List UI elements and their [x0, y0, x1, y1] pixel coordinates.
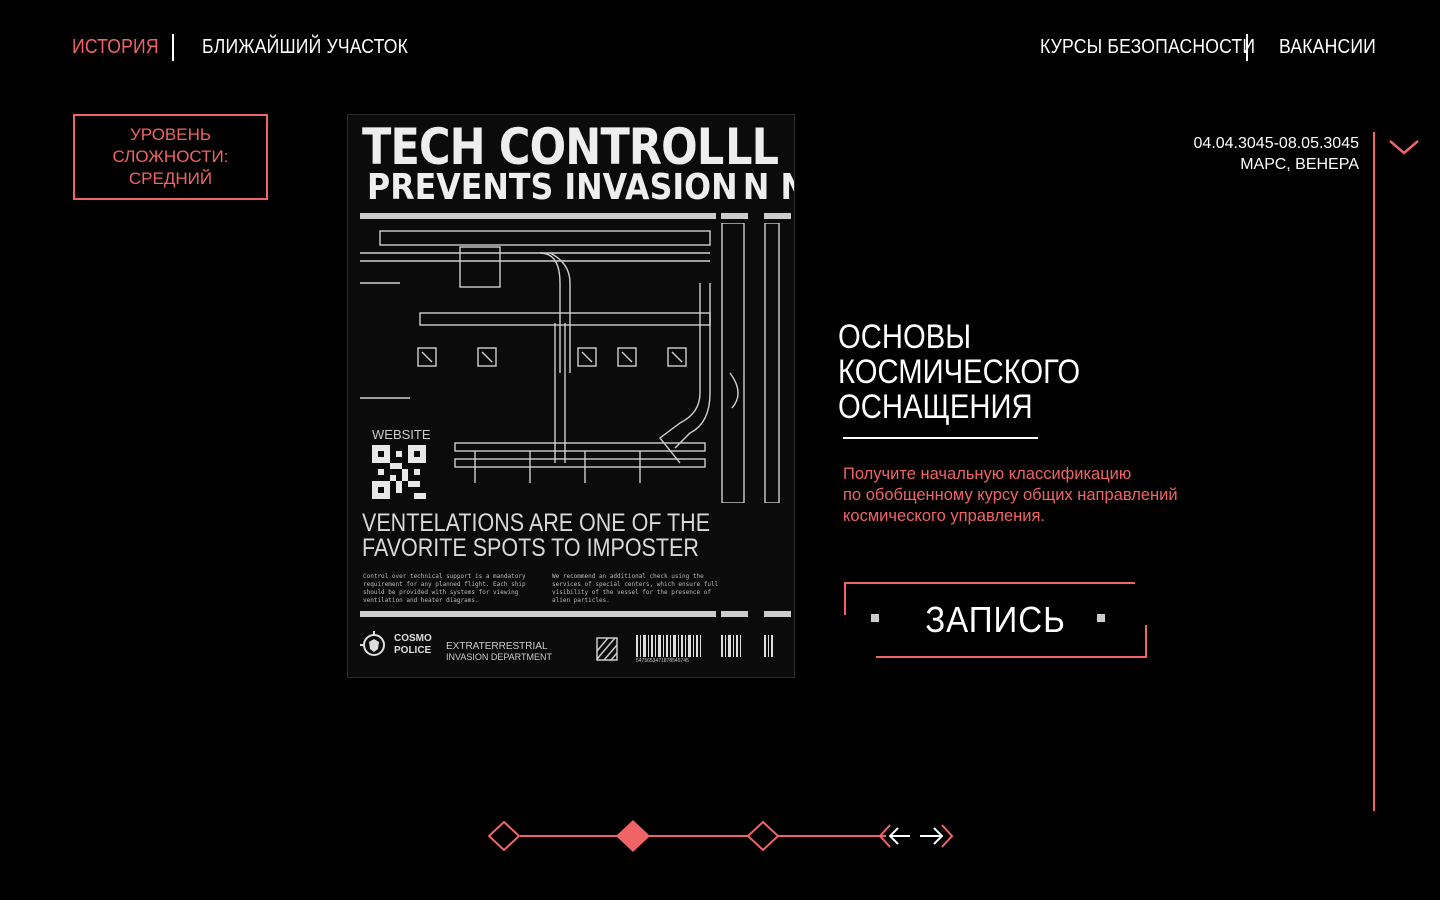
arrow-left-icon[interactable] [878, 822, 914, 850]
course-title: ОСНОВЫ КОСМИЧЕСКОГО ОСНАЩЕНИЯ [838, 318, 1081, 426]
poster-fine-print: We recommend an additional check using t… [552, 573, 719, 604]
page-dot-1[interactable] [484, 816, 524, 856]
difficulty-label: СЛОЖНОСТИ: [112, 147, 229, 166]
barcode-number: 5475653471878545745 [636, 658, 689, 664]
event-location: МАРС, ВЕНЕРА [1240, 156, 1359, 173]
arrow-right-icon[interactable] [918, 822, 954, 850]
crosshair-shield-icon [360, 631, 385, 656]
hatch-box-icon [596, 637, 618, 661]
nav-history-link[interactable]: ИСТОРИЯ [72, 36, 159, 59]
nav-safety-courses-link[interactable]: КУРСЫ БЕЗОПАСНОСТИ [1040, 36, 1255, 59]
enroll-button[interactable]: ЗАПИСЬ [843, 581, 1148, 659]
page-dot-3[interactable] [743, 816, 783, 856]
course-description: Получите начальную классификацию по обоб… [843, 465, 1178, 525]
poster-subtitle: PREVENTS INVASIONN N [367, 167, 794, 208]
difficulty-label: УРОВЕНЬ [129, 125, 212, 144]
title-underline [843, 437, 1038, 439]
enroll-button-label: ЗАПИСЬ [925, 599, 1066, 640]
event-info: 04.04.3045-08.05.3045 МАРС, ВЕНЕРА [1194, 133, 1359, 175]
slider-pagination [486, 816, 956, 856]
nav-nearest-station-link[interactable]: БЛИЖАЙШИЙ УЧАСТОК [202, 36, 408, 59]
scroll-track [1373, 132, 1375, 811]
barcode-icon [636, 635, 773, 657]
qr-code-icon [372, 445, 426, 499]
poster-website-label: WEBSITE [372, 427, 431, 442]
cosmo-police-logo: COSMO POLICE [360, 631, 432, 659]
difficulty-value: СРЕДНИЙ [128, 169, 213, 188]
poster-fine-print: Control over technical support is a mand… [363, 573, 526, 604]
nav-vacancies-link[interactable]: ВАКАНСИИ [1279, 36, 1376, 59]
event-dates: 04.04.3045-08.05.3045 [1193, 135, 1359, 152]
course-poster-image: TECH CONTROLLL PREVENTS INVASIONN N [347, 114, 795, 678]
poster-department: EXTRATERRESTRIAL INVASION DEPARTMENT [446, 641, 553, 663]
difficulty-badge: УРОВЕНЬ СЛОЖНОСТИ: СРЕДНИЙ [73, 114, 268, 200]
poster-tagline: VENTELATIONS ARE ONE OF THE FAVORITE SPO… [362, 509, 711, 562]
page-dot-2-active[interactable] [613, 816, 653, 856]
chevron-down-icon[interactable] [1388, 137, 1420, 157]
nav-divider [172, 34, 174, 61]
nav-divider [1246, 34, 1248, 61]
